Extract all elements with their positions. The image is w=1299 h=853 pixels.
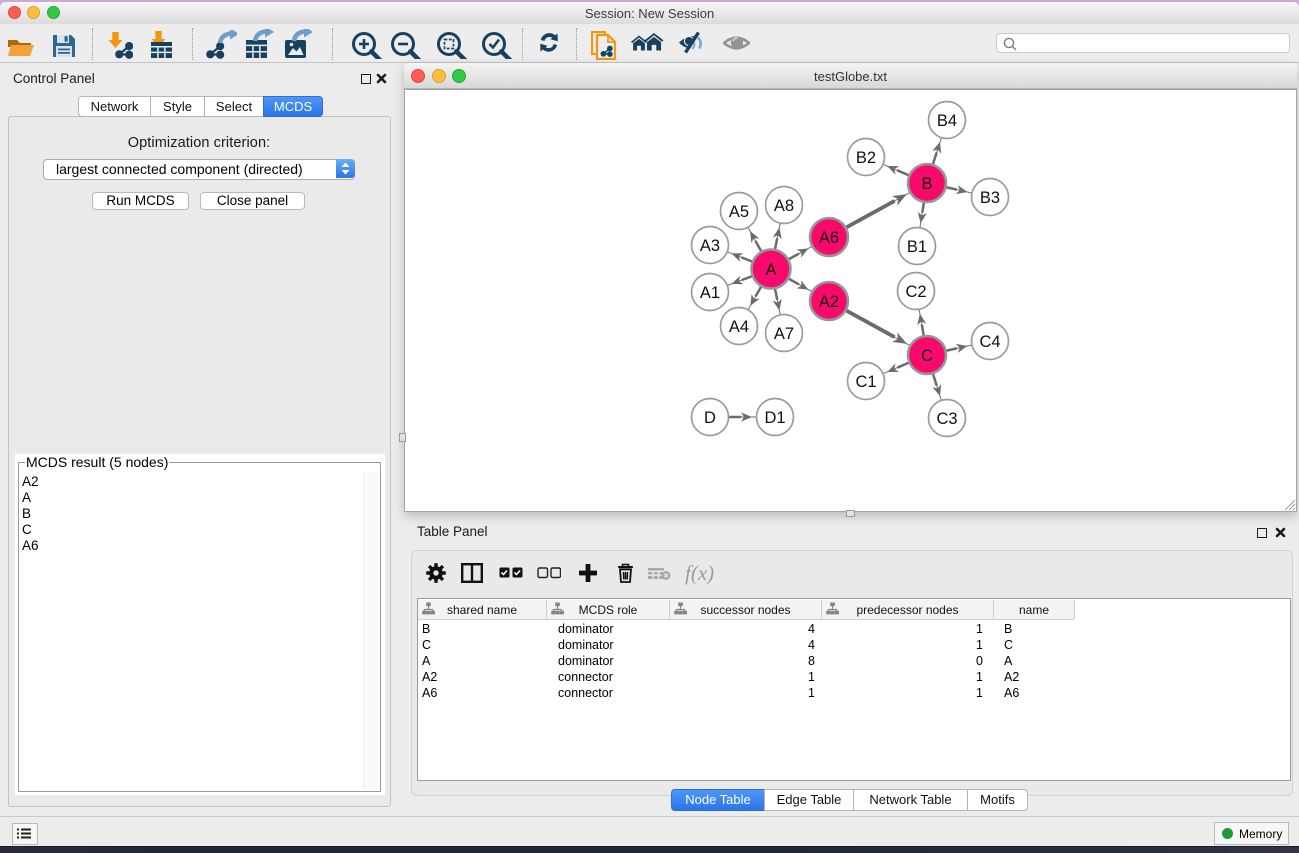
svg-text:C2: C2: [905, 283, 926, 301]
svg-text:B2: B2: [856, 149, 876, 167]
svg-text:A1: A1: [700, 284, 720, 302]
svg-text:B3: B3: [980, 189, 1000, 207]
svg-text:A6: A6: [819, 229, 839, 247]
svg-text:C: C: [921, 347, 933, 365]
svg-text:C1: C1: [855, 373, 876, 391]
svg-text:A4: A4: [729, 318, 749, 336]
svg-text:B4: B4: [937, 112, 957, 130]
svg-text:D: D: [704, 409, 716, 427]
svg-text:A8: A8: [774, 197, 794, 215]
svg-text:B1: B1: [907, 238, 927, 256]
svg-text:A3: A3: [700, 237, 720, 255]
svg-text:C3: C3: [936, 410, 957, 428]
svg-text:D1: D1: [764, 409, 785, 427]
svg-text:A: A: [765, 261, 776, 279]
svg-text:B: B: [921, 175, 932, 193]
svg-text:A7: A7: [774, 325, 794, 343]
svg-text:A5: A5: [729, 203, 749, 221]
svg-text:A2: A2: [819, 293, 839, 311]
svg-text:C4: C4: [979, 333, 1000, 351]
